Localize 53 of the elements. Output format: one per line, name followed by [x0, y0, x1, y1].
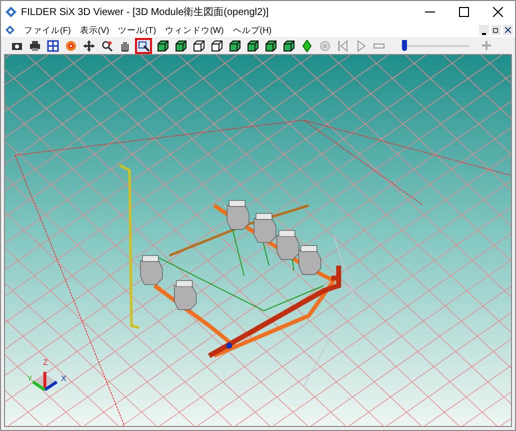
app-logo-icon — [5, 25, 15, 35]
wireframe-cube-icon — [210, 40, 222, 52]
toolbar-button[interactable] — [281, 38, 296, 53]
record-icon — [318, 40, 330, 52]
minimize-button[interactable] — [479, 25, 489, 35]
printer-icon — [28, 40, 40, 52]
menu-item[interactable]: ツール(T) — [118, 24, 156, 36]
restore-button[interactable] — [491, 25, 501, 35]
menu-item[interactable]: 表示(V) — [80, 24, 110, 36]
restore-icon — [493, 27, 499, 33]
palette-icon — [64, 40, 76, 52]
solid-cube-icon — [228, 40, 240, 52]
app-logo-icon — [5, 6, 17, 18]
magnifier-plus-icon — [100, 40, 112, 52]
zoom-window-icon — [138, 40, 150, 52]
toolbar-button[interactable] — [27, 38, 42, 53]
axis-label: X — [61, 373, 66, 385]
solid-cube-icon — [264, 40, 276, 52]
toolbar-button[interactable] — [227, 38, 242, 53]
toolbar-button[interactable] — [135, 38, 152, 54]
window-title: FILDER SiX 3D Viewer - [3D Module衛生図面(opengl2)] — [21, 6, 269, 20]
solid-cube-icon — [156, 40, 168, 52]
solid-cube-icon — [174, 40, 186, 52]
minimize-icon — [482, 33, 486, 35]
toolbar-button[interactable] — [245, 38, 260, 53]
toolbar-button[interactable] — [173, 38, 188, 53]
wireframe-cube-icon — [192, 40, 204, 52]
menu-item[interactable]: ファイル(F) — [24, 24, 71, 36]
plus-icon — [482, 41, 490, 50]
close-icon — [505, 27, 511, 33]
slider-thumb[interactable] — [402, 40, 408, 50]
toolbar-button[interactable] — [191, 38, 206, 53]
toolbar-button[interactable] — [155, 38, 170, 53]
axis-label: Y — [27, 373, 32, 385]
maximize-icon — [459, 7, 469, 17]
close-icon — [493, 7, 503, 17]
solid-cube-icon — [282, 40, 294, 52]
toolbar-button[interactable] — [209, 38, 224, 53]
play-icon — [354, 40, 366, 52]
solid-cube-icon — [246, 40, 258, 52]
grid-icon — [46, 40, 58, 52]
toolbar-button[interactable] — [263, 38, 278, 53]
axis-label: Z — [43, 357, 48, 369]
skip-back-icon — [336, 40, 348, 52]
toolbar-button[interactable] — [45, 38, 60, 53]
toolbar-button[interactable] — [99, 38, 114, 53]
hand-icon — [118, 40, 130, 52]
move-arrows-icon — [82, 40, 94, 52]
toolbar-button[interactable] — [81, 38, 96, 53]
menu-item[interactable]: ヘルプ(H) — [232, 24, 272, 36]
close-button[interactable] — [503, 25, 513, 35]
diamond-icon — [300, 40, 312, 52]
menu-item[interactable]: ウィンドウ(W) — [165, 24, 224, 36]
